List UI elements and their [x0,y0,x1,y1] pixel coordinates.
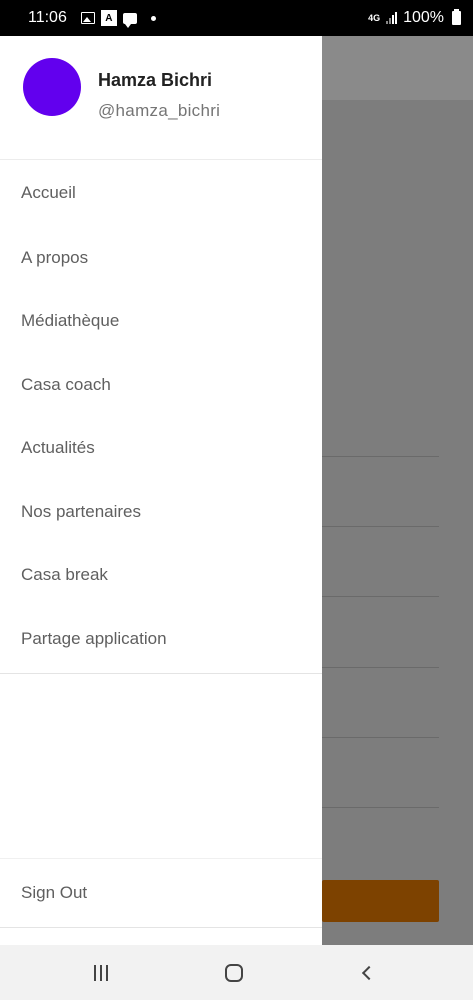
signal-icon [386,12,398,24]
back-button[interactable] [326,945,406,1000]
menu-item-casa-coach[interactable]: Casa coach [0,353,322,417]
background-divider [322,596,439,597]
sign-out-section: Sign Out [0,858,322,928]
system-navigation-bar [0,945,473,1000]
user-name: Hamza Bichri [98,70,213,90]
menu-item-partage-application[interactable]: Partage application [0,607,322,671]
status-time: 11:06 [28,9,67,26]
menu-item-nos-partenaires[interactable]: Nos partenaires [0,480,322,544]
sign-out-button[interactable]: Sign Out [0,859,322,927]
gallery-icon [80,12,95,24]
user-handle: @hamza_bichri [98,101,221,120]
battery-icon [452,9,461,25]
background-divider [322,807,439,808]
menu-item-a-propos[interactable]: A propos [0,226,322,290]
navigation-drawer: Hamza Bichri @hamza_bichri Accueil A pro… [0,36,322,945]
back-icon [361,965,377,980]
background-divider [322,667,439,668]
menu-item-casa-break[interactable]: Casa break [0,544,322,608]
background-divider [322,737,439,738]
home-icon [225,963,243,982]
home-button[interactable] [194,945,274,1000]
avatar[interactable] [23,58,81,116]
background-divider [322,456,439,457]
more-notifications-dot-icon [150,15,156,21]
battery-percentage: 100% [403,9,444,26]
recents-button[interactable] [61,945,141,1000]
message-icon [122,12,137,28]
recents-icon [94,964,108,981]
background-divider [322,526,439,527]
menu-item-actualites[interactable]: Actualités [0,417,322,481]
background-action-button [322,880,439,922]
drawer-menu: Accueil A propos Médiathèque Casa coach … [0,160,322,674]
app-notification-icon: A [100,10,117,26]
drawer-header: Hamza Bichri @hamza_bichri [0,36,322,160]
network-type-icon: 4G [368,13,381,23]
status-bar: 11:06 A 4G 100% [0,0,473,36]
menu-item-mediatheque[interactable]: Médiathèque [0,290,322,354]
menu-item-accueil[interactable]: Accueil [0,160,322,226]
